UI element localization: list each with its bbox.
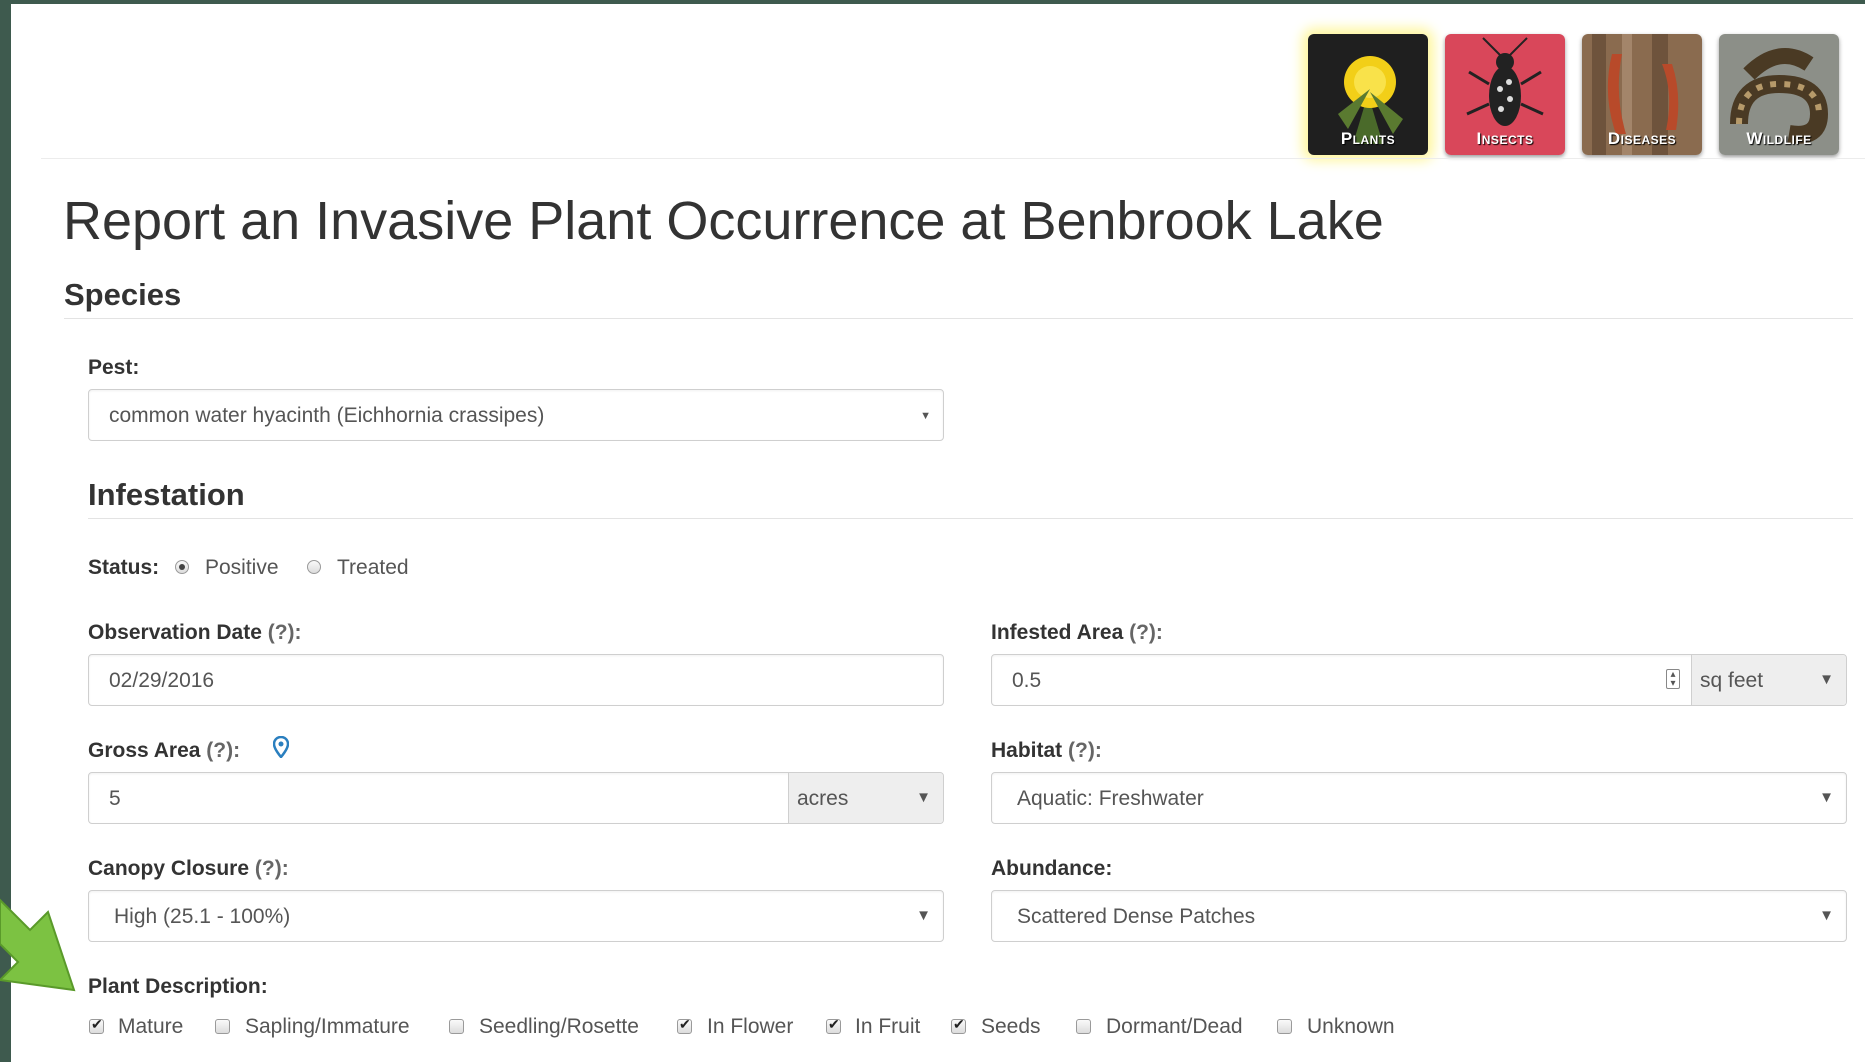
infested-area-value: 0.5 xyxy=(1012,669,1042,692)
observation-date-value: 02/29/2016 xyxy=(109,669,215,692)
canopy-closure-select[interactable]: High (25.1 - 100%) ▼ xyxy=(88,890,944,942)
habitat-help[interactable]: (?): xyxy=(1068,739,1102,762)
in-flower-label: In Flower xyxy=(707,1015,794,1038)
infested-area-field[interactable]: 0.5 ▴ ▾ sq feet ▼ xyxy=(991,654,1847,706)
in-flower-checkbox[interactable] xyxy=(677,1016,692,1034)
seeds-label: Seeds xyxy=(981,1015,1041,1038)
observation-date-label: Observation Date (?): xyxy=(88,621,302,645)
seedling-rosette-checkbox[interactable] xyxy=(449,1019,464,1034)
habitat-select[interactable]: Aquatic: Freshwater ▼ xyxy=(991,772,1847,824)
tab-plants-label: Plants xyxy=(1340,129,1396,148)
unknown-checkbox[interactable] xyxy=(1277,1019,1292,1034)
mature-checkbox[interactable] xyxy=(89,1016,104,1034)
gross-area-field[interactable]: 5 acres ▼ xyxy=(88,772,944,824)
chevron-down-icon: ▼ xyxy=(1819,789,1834,806)
dormant-dead-checkbox[interactable] xyxy=(1076,1019,1091,1034)
map-pin-icon[interactable] xyxy=(273,736,289,758)
status-positive-radio[interactable] xyxy=(175,560,189,574)
infested-area-unit: sq feet xyxy=(1700,669,1764,692)
gross-area-value: 5 xyxy=(109,787,121,810)
infested-area-unit-select[interactable]: sq feet ▼ xyxy=(1691,655,1846,705)
gross-area-help[interactable]: (?): xyxy=(206,739,240,762)
observation-date-field[interactable]: 02/29/2016 xyxy=(88,654,944,706)
pest-label: Pest: xyxy=(88,356,140,379)
habitat-label-text: Habitat xyxy=(991,739,1063,762)
status-treated-radio[interactable] xyxy=(307,560,321,574)
seedling-rosette-label: Seedling/Rosette xyxy=(479,1015,639,1038)
infestation-heading: Infestation xyxy=(88,477,245,512)
sapling-immature-label: Sapling/Immature xyxy=(245,1015,410,1038)
abundance-label: Abundance: xyxy=(991,857,1113,880)
canopy-closure-label-text: Canopy Closure xyxy=(88,857,250,880)
canopy-closure-label: Canopy Closure (?): xyxy=(88,857,289,881)
chevron-down-icon: ▼ xyxy=(916,907,931,924)
tab-wildlife-label: Wildlife xyxy=(1746,129,1812,148)
tab-diseases[interactable]: Diseases xyxy=(1582,34,1702,155)
species-heading: Species xyxy=(64,277,182,312)
mature-label: Mature xyxy=(118,1015,184,1038)
infestation-divider xyxy=(88,518,1853,519)
habitat-value: Aquatic: Freshwater xyxy=(1017,787,1204,810)
report-page: Plants Insects Diseases Wildlife Report … xyxy=(11,4,1865,1062)
canopy-closure-help[interactable]: (?): xyxy=(255,857,289,880)
tab-wildlife[interactable]: Wildlife xyxy=(1719,34,1839,155)
header-divider xyxy=(41,158,1865,159)
status-label: Status: xyxy=(88,556,160,579)
page-title: Report an Invasive Plant Occurrence at B… xyxy=(63,191,1384,251)
gross-area-unit: acres xyxy=(797,787,849,810)
infested-area-help[interactable]: (?): xyxy=(1129,621,1163,644)
infested-area-label: Infested Area (?): xyxy=(991,621,1163,645)
chevron-down-icon: ▼ xyxy=(916,789,931,806)
gross-area-label: Gross Area (?): xyxy=(88,739,240,763)
species-divider xyxy=(64,318,1853,319)
status-treated-label: Treated xyxy=(337,556,409,579)
pest-value: common water hyacinth (Eichhornia crassi… xyxy=(109,404,545,427)
observation-date-label-text: Observation Date xyxy=(88,621,262,644)
green-arrow-icon xyxy=(0,898,76,992)
abundance-value: Scattered Dense Patches xyxy=(1017,905,1256,928)
dormant-dead-label: Dormant/Dead xyxy=(1106,1015,1243,1038)
number-spinner-icon[interactable]: ▴ ▾ xyxy=(1666,669,1680,689)
gross-area-label-text: Gross Area xyxy=(88,739,201,762)
gross-area-unit-select[interactable]: acres ▼ xyxy=(788,773,943,823)
chevron-down-icon: ▼ xyxy=(1819,907,1834,924)
status-positive-label: Positive xyxy=(205,556,279,579)
pest-select[interactable]: common water hyacinth (Eichhornia crassi… xyxy=(88,389,944,441)
observation-date-help[interactable]: (?): xyxy=(268,621,302,644)
infested-area-label-text: Infested Area xyxy=(991,621,1124,644)
tab-insects[interactable]: Insects xyxy=(1445,34,1565,155)
category-tabs: Plants Insects Diseases Wildlife xyxy=(1308,34,1839,155)
unknown-label: Unknown xyxy=(1307,1015,1395,1038)
abundance-select[interactable]: Scattered Dense Patches ▼ xyxy=(991,890,1847,942)
chevron-down-icon: ▼ xyxy=(920,410,931,422)
tab-plants[interactable]: Plants xyxy=(1308,34,1428,155)
sapling-immature-checkbox[interactable] xyxy=(215,1019,230,1034)
canopy-closure-value: High (25.1 - 100%) xyxy=(114,905,291,928)
tab-diseases-label: Diseases xyxy=(1607,129,1677,148)
habitat-label: Habitat (?): xyxy=(991,739,1102,763)
seeds-checkbox[interactable] xyxy=(951,1016,966,1034)
in-fruit-label: In Fruit xyxy=(855,1015,921,1038)
in-fruit-checkbox[interactable] xyxy=(826,1016,841,1034)
chevron-down-icon: ▼ xyxy=(1819,671,1834,688)
tab-insects-label: Insects xyxy=(1476,129,1534,148)
plant-description-label: Plant Description: xyxy=(88,975,268,998)
